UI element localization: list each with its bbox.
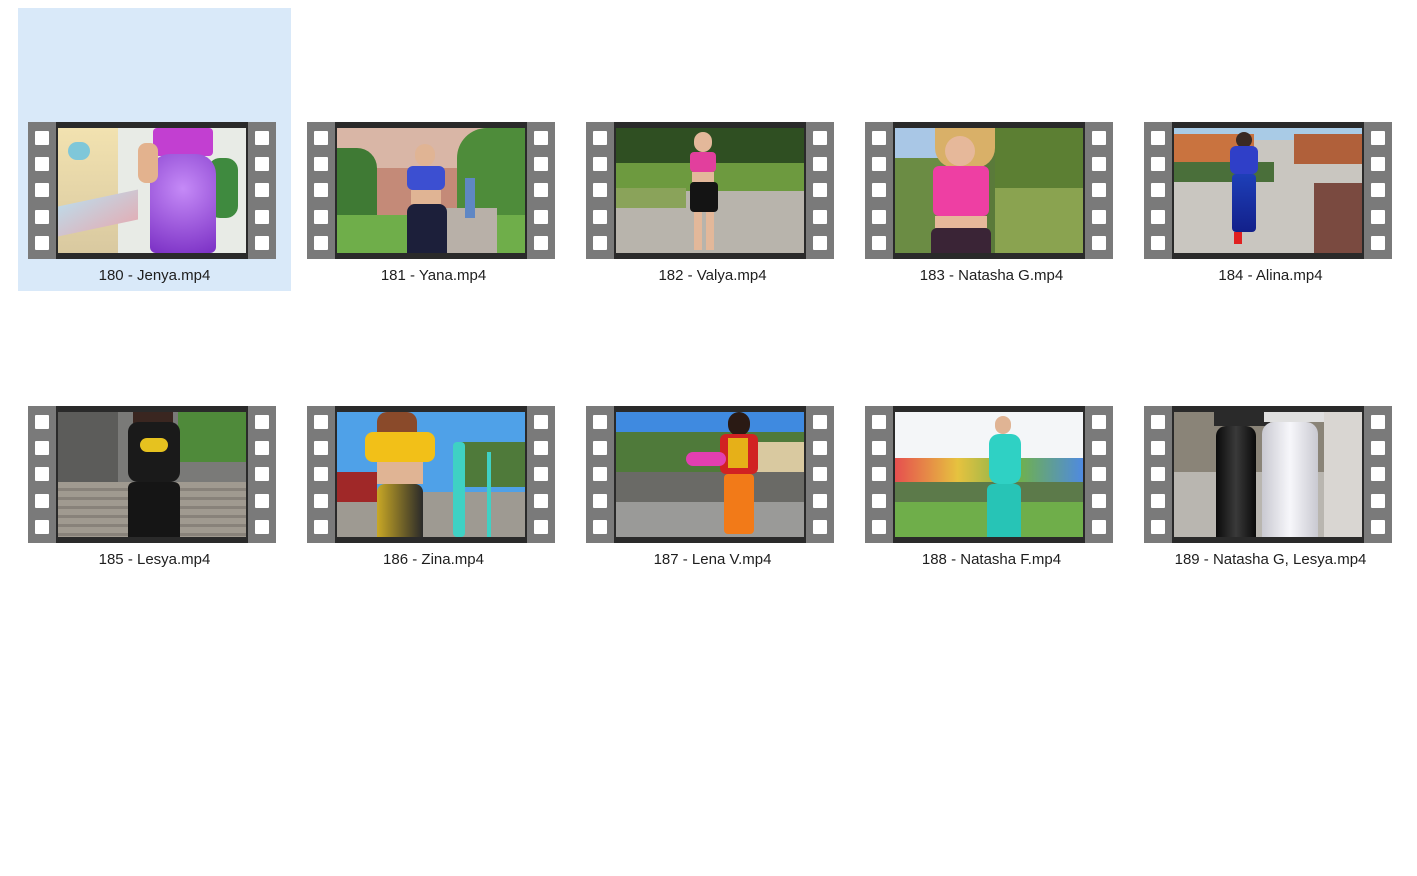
video-filmstrip-icon (1144, 122, 1392, 259)
file-name: 185 - Lesya.mp4 (98, 551, 211, 568)
file-name: 189 - Natasha G, Lesya.mp4 (1174, 551, 1367, 568)
video-filmstrip-icon (28, 406, 276, 543)
file-name: 187 - Lena V.mp4 (653, 551, 772, 568)
file-name: 188 - Natasha F.mp4 (921, 551, 1062, 568)
video-thumbnail-image (895, 412, 1083, 537)
video-thumbnail-image (58, 412, 246, 537)
file-item-188[interactable]: 188 - Natasha F.mp4 (855, 292, 1128, 575)
file-name: 180 - Jenya.mp4 (98, 267, 211, 284)
file-item-181[interactable]: 181 - Yana.mp4 (297, 8, 570, 291)
video-filmstrip-icon (586, 122, 834, 259)
file-name: 183 - Natasha G.mp4 (919, 267, 1064, 284)
file-item-182[interactable]: 182 - Valya.mp4 (576, 8, 849, 291)
video-thumbnail-image (337, 412, 525, 537)
video-filmstrip-icon (307, 122, 555, 259)
file-name: 182 - Valya.mp4 (658, 267, 767, 284)
file-item-189[interactable]: 189 - Natasha G, Lesya.mp4 (1134, 292, 1407, 575)
video-thumbnail-image (1174, 128, 1362, 253)
video-filmstrip-icon (586, 406, 834, 543)
file-item-184[interactable]: 184 - Alina.mp4 (1134, 8, 1407, 291)
video-thumbnail-image (1174, 412, 1362, 537)
file-name: 186 - Zina.mp4 (383, 551, 484, 568)
video-thumbnail-image (616, 128, 804, 253)
file-grid: 180 - Jenya.mp4 181 - Yana.mp4 182 - Val… (18, 8, 1408, 575)
file-name: 181 - Yana.mp4 (380, 267, 487, 284)
file-name: 184 - Alina.mp4 (1218, 267, 1323, 284)
video-thumbnail-image (337, 128, 525, 253)
file-item-185[interactable]: 185 - Lesya.mp4 (18, 292, 291, 575)
video-filmstrip-icon (865, 406, 1113, 543)
file-item-180[interactable]: 180 - Jenya.mp4 (18, 8, 291, 291)
video-filmstrip-icon (307, 406, 555, 543)
video-thumbnail-image (616, 412, 804, 537)
video-thumbnail-image (895, 128, 1083, 253)
video-thumbnail-image (58, 128, 246, 253)
file-item-183[interactable]: 183 - Natasha G.mp4 (855, 8, 1128, 291)
video-filmstrip-icon (28, 122, 276, 259)
video-filmstrip-icon (1144, 406, 1392, 543)
video-filmstrip-icon (865, 122, 1113, 259)
file-item-186[interactable]: 186 - Zina.mp4 (297, 292, 570, 575)
file-item-187[interactable]: 187 - Lena V.mp4 (576, 292, 849, 575)
